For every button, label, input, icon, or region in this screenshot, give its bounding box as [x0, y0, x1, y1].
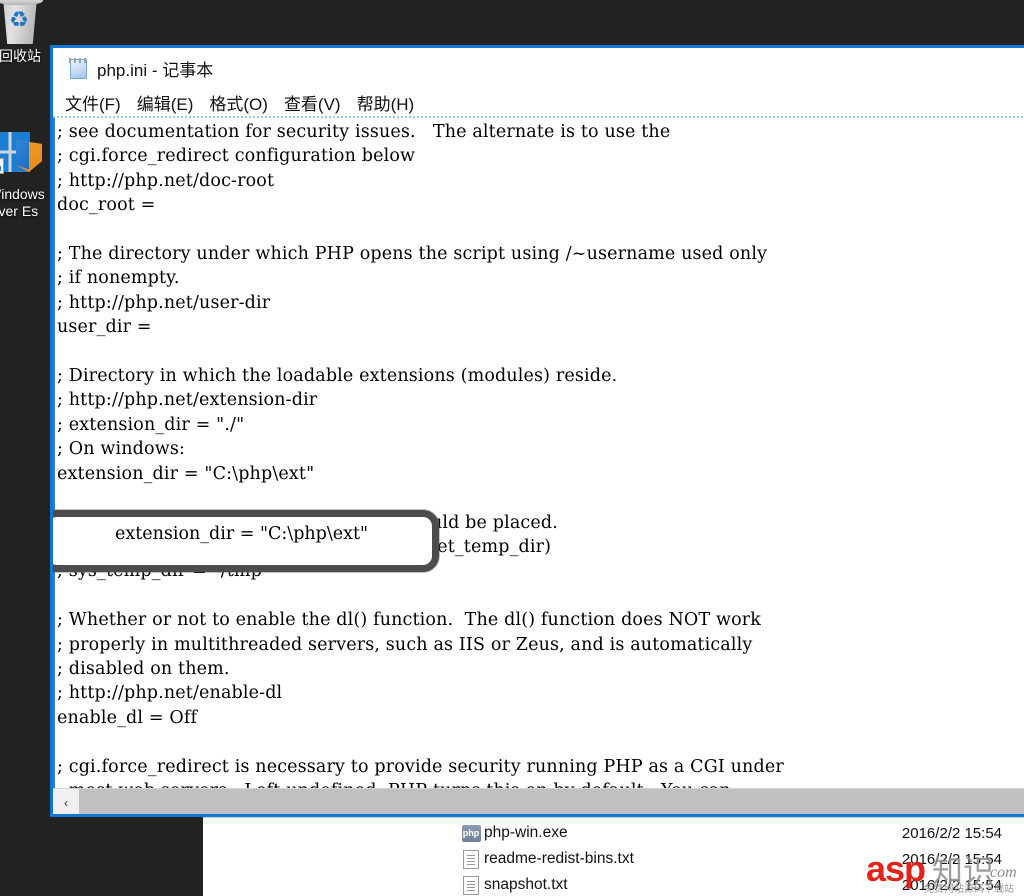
- menu-item-view[interactable]: 查看(V): [284, 90, 341, 115]
- editor-content[interactable]: ; see documentation for security issues.…: [57, 120, 784, 788]
- text-file-icon: [458, 875, 484, 895]
- annotation-highlighted-line: extension_dir = "C:\php\ext": [115, 524, 369, 544]
- desktop-icon-windows-server-essentials[interactable]: Windows rver Es: [0, 128, 44, 220]
- editor-left-margin: [53, 118, 55, 788]
- menu-item-format[interactable]: 格式(O): [209, 90, 268, 115]
- text-file-icon: [458, 849, 484, 869]
- file-name: php-win.exe: [484, 824, 568, 841]
- menu-bar: 文件(F) 编辑(E) 格式(O) 查看(V) 帮助(H): [53, 89, 1024, 116]
- windows-server-shield-icon: [0, 128, 44, 184]
- recycle-bin-icon: ♻: [0, 0, 46, 46]
- horizontal-scrollbar[interactable]: ‹: [53, 788, 1024, 814]
- file-name: snapshot.txt: [484, 876, 568, 893]
- win-server-label-line2: rver Es: [0, 203, 39, 219]
- scrollbar-track[interactable]: [79, 789, 1024, 814]
- explorer-file-list: php php-win.exe 2016/2/2 15:54 readme-re…: [203, 817, 1024, 896]
- scroll-left-arrow-icon[interactable]: ‹: [53, 789, 79, 814]
- desktop-icon-recycle-bin[interactable]: ♻ 回收站: [0, 0, 48, 65]
- notepad-window: php.ini - 记事本 文件(F) 编辑(E) 格式(O) 查看(V) 帮助…: [50, 45, 1024, 817]
- file-date: 2016/2/2 15:54: [901, 824, 1002, 842]
- list-item[interactable]: readme-redist-bins.txt 2016/2/2 15:54: [203, 846, 1024, 872]
- file-date: 2016/2/2 15:54: [901, 850, 1002, 868]
- menu-item-file[interactable]: 文件(F): [65, 90, 121, 115]
- file-name: readme-redist-bins.txt: [484, 850, 634, 867]
- menu-item-help[interactable]: 帮助(H): [357, 90, 415, 115]
- list-item[interactable]: php php-win.exe 2016/2/2 15:54: [203, 820, 1024, 846]
- file-date: 2016/2/2 15:54: [901, 876, 1002, 894]
- notepad-icon: [67, 57, 89, 80]
- menu-item-edit[interactable]: 编辑(E): [137, 90, 194, 115]
- title-bar[interactable]: php.ini - 记事本: [53, 48, 1024, 89]
- screen: ♻ 回收站 Windows rver Es php.ini - 记事本 文件(F…: [0, 0, 1024, 896]
- text-editor-area[interactable]: ; see documentation for security issues.…: [53, 118, 1024, 788]
- window-title: php.ini - 记事本: [97, 61, 214, 80]
- list-item[interactable]: snapshot.txt 2016/2/2 15:54: [203, 872, 1024, 896]
- php-exe-icon: php: [458, 824, 484, 842]
- recycle-bin-label: 回收站: [0, 48, 41, 64]
- win-server-label-line1: Windows: [0, 186, 44, 202]
